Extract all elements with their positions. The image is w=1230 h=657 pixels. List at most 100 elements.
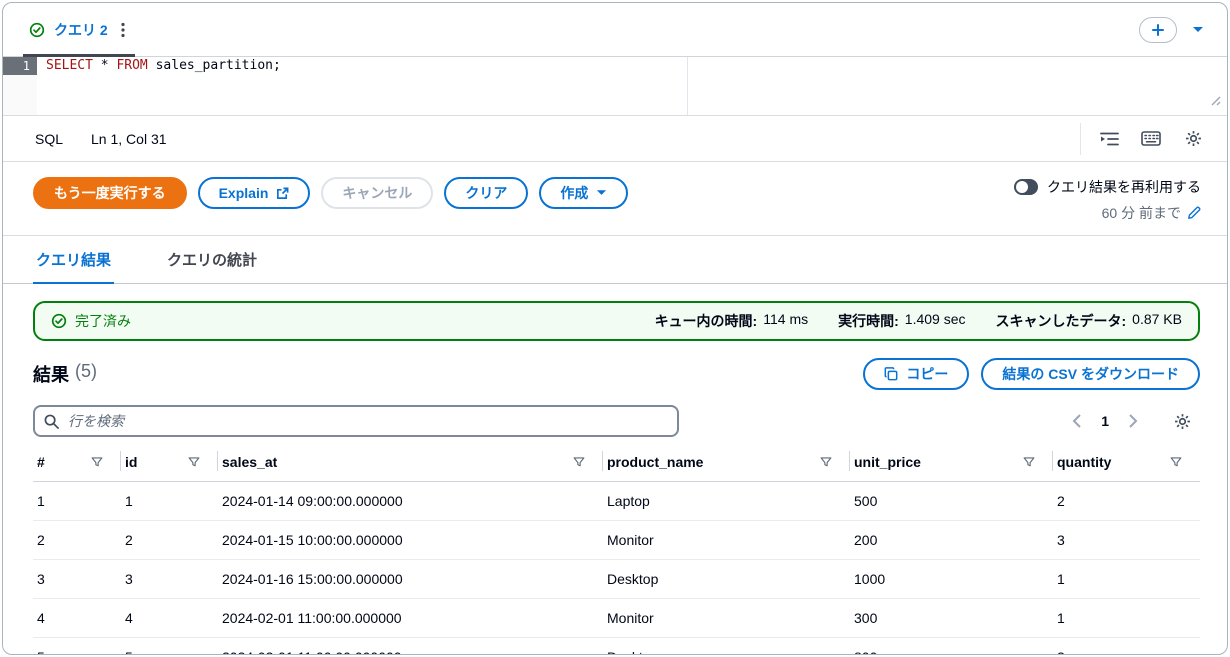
editor-resize-handle[interactable] (1209, 94, 1221, 112)
code-area[interactable]: SELECT * FROM sales_partition; (37, 57, 1227, 115)
results-header: 結果 (5) コピー 結果の CSV をダウンロード (33, 358, 1200, 390)
column-filter-icon[interactable] (1023, 456, 1035, 468)
add-tab-button[interactable] (1139, 16, 1177, 43)
row-search-box[interactable] (33, 405, 679, 437)
keyboard-shortcuts-icon[interactable] (1133, 123, 1169, 155)
table-cell: 2024-01-15 10:00:00.000000 (218, 520, 603, 560)
table-preferences-gear-icon[interactable] (1164, 405, 1200, 437)
reuse-results-toggle[interactable] (1014, 179, 1038, 195)
query-tab-label: クエリ 2 (54, 21, 108, 38)
table-row[interactable]: 4 4 2024-02-01 11:00:00.000000 Monitor 300 1 (33, 598, 1200, 638)
table-row[interactable]: 1 1 2024-01-14 09:00:00.000000 Laptop 500 2 (33, 481, 1200, 521)
copy-label: コピー (906, 366, 949, 382)
column-header-label: sales_at (222, 454, 278, 470)
sql-keyword: FROM (116, 58, 148, 73)
external-link-icon (277, 187, 289, 199)
table-cell: 3 (121, 559, 218, 599)
table-cell: 3 (33, 559, 121, 599)
data-scanned-label: スキャンしたデータ: (995, 313, 1127, 329)
caret-down-icon (597, 190, 607, 195)
reuse-results-block: クエリ結果を再利用する 60 分 前まで (1014, 177, 1201, 223)
results-table-head-row: # id sales_at product_name unit_price quantit… (33, 447, 1200, 482)
table-cell: 1 (1053, 559, 1200, 599)
table-row[interactable]: 2 2 2024-01-15 10:00:00.000000 Monitor 200 3 (33, 520, 1200, 560)
edit-pencil-icon[interactable] (1187, 206, 1201, 220)
explain-label: Explain (218, 185, 269, 201)
table-cell: 4 (121, 598, 218, 638)
plus-icon (1152, 23, 1164, 36)
tab-list-dropdown-icon[interactable] (1189, 23, 1207, 37)
column-header-label: product_name (607, 454, 704, 470)
table-cell: Desktop (603, 559, 850, 599)
prev-page-icon[interactable] (1070, 412, 1083, 430)
cursor-position: Ln 1, Col 31 (91, 130, 167, 147)
query-success-icon (29, 22, 45, 38)
athena-query-editor: クエリ 2 1 SELECT * FROM sales_partition; S… (2, 2, 1228, 655)
table-cell: 2024-01-14 09:00:00.000000 (218, 481, 603, 521)
clear-button[interactable]: クリア (444, 177, 529, 209)
result-tabs: クエリ結果 クエリの統計 (3, 236, 1227, 284)
success-check-icon (51, 313, 67, 329)
table-cell: 2 (33, 520, 121, 560)
line-number-gutter: 1 (3, 57, 37, 115)
table-row[interactable]: 3 3 2024-01-16 15:00:00.000000 Desktop 1000 1 (33, 559, 1200, 599)
cancel-button[interactable]: キャンセル (321, 177, 434, 209)
query-status-banner: 完了済み キュー内の時間: 114 ms 実行時間: 1.409 sec スキャンし… (33, 301, 1200, 341)
column-header-label: unit_price (854, 454, 921, 470)
table-cell: 5 (121, 637, 218, 654)
column-header: sales_at (218, 447, 603, 482)
create-label: 作成 (560, 185, 589, 201)
table-cell: 200 (850, 520, 1053, 560)
column-filter-icon[interactable] (820, 456, 832, 468)
query-tab-bar: クエリ 2 (3, 3, 1227, 57)
next-page-icon[interactable] (1127, 412, 1140, 430)
table-cell: 2024-02-01 11:00:00.000000 (218, 637, 603, 654)
column-filter-icon[interactable] (573, 456, 585, 468)
tab-query-results[interactable]: クエリ結果 (33, 236, 115, 284)
sql-keyword: SELECT (46, 58, 93, 73)
table-cell: 500 (850, 481, 1053, 521)
table-cell: 4 (33, 598, 121, 638)
editor-settings-gear-icon[interactable] (1175, 123, 1211, 155)
copy-button[interactable]: コピー (863, 358, 970, 390)
column-filter-icon[interactable] (1170, 456, 1182, 468)
table-cell: 1 (121, 481, 218, 521)
table-cell: 2 (1053, 637, 1200, 654)
query-actions-row: もう一度実行する Explain キャンセル クリア 作成 クエリ結果を再利用す… (3, 162, 1227, 236)
download-csv-button[interactable]: 結果の CSV をダウンロード (981, 358, 1200, 390)
reuse-results-label: クエリ結果を再利用する (1047, 179, 1201, 195)
results-table: # id sales_at product_name unit_price quantit… (33, 447, 1200, 654)
column-filter-icon[interactable] (188, 456, 200, 468)
column-header: quantity (1053, 447, 1200, 482)
current-page[interactable]: 1 (1101, 413, 1109, 429)
column-header-label: quantity (1057, 454, 1112, 470)
run-again-button[interactable]: もう一度実行する (33, 177, 187, 209)
code-line: SELECT * FROM sales_partition; (46, 57, 1227, 75)
results-title-text: 結果 (33, 365, 69, 385)
table-row[interactable]: 552024-02-01 11:00:00.000000Desktop8002 (33, 637, 1200, 654)
table-cell: 1 (1053, 598, 1200, 638)
active-line-number: 1 (3, 57, 37, 75)
row-search-input[interactable] (66, 412, 668, 430)
table-cell: 2 (1053, 481, 1200, 521)
column-header-label: id (125, 454, 138, 470)
results-panel: 完了済み キュー内の時間: 114 ms 実行時間: 1.409 sec スキャンし… (3, 284, 1227, 654)
format-indent-icon[interactable] (1091, 123, 1127, 155)
pagination: 1 (1070, 405, 1200, 437)
query-tab[interactable]: クエリ 2 (23, 3, 135, 57)
tab-menu-icon[interactable] (117, 20, 129, 40)
create-button[interactable]: 作成 (539, 177, 629, 209)
tab-actions (1139, 16, 1207, 43)
column-header: # (33, 447, 121, 482)
table-toolbar: 1 (33, 405, 1200, 437)
copy-icon (884, 367, 898, 381)
data-scanned-value: 0.87 KB (1132, 311, 1182, 327)
sql-editor[interactable]: 1 SELECT * FROM sales_partition; (3, 57, 1227, 115)
explain-button[interactable]: Explain (197, 177, 311, 209)
table-cell: 5 (33, 637, 121, 654)
table-cell: 2 (121, 520, 218, 560)
query-status-text: 完了済み (75, 313, 131, 329)
tab-query-stats[interactable]: クエリの統計 (164, 236, 260, 283)
column-filter-icon[interactable] (91, 456, 103, 468)
sql-text: sales_partition; (147, 58, 281, 73)
